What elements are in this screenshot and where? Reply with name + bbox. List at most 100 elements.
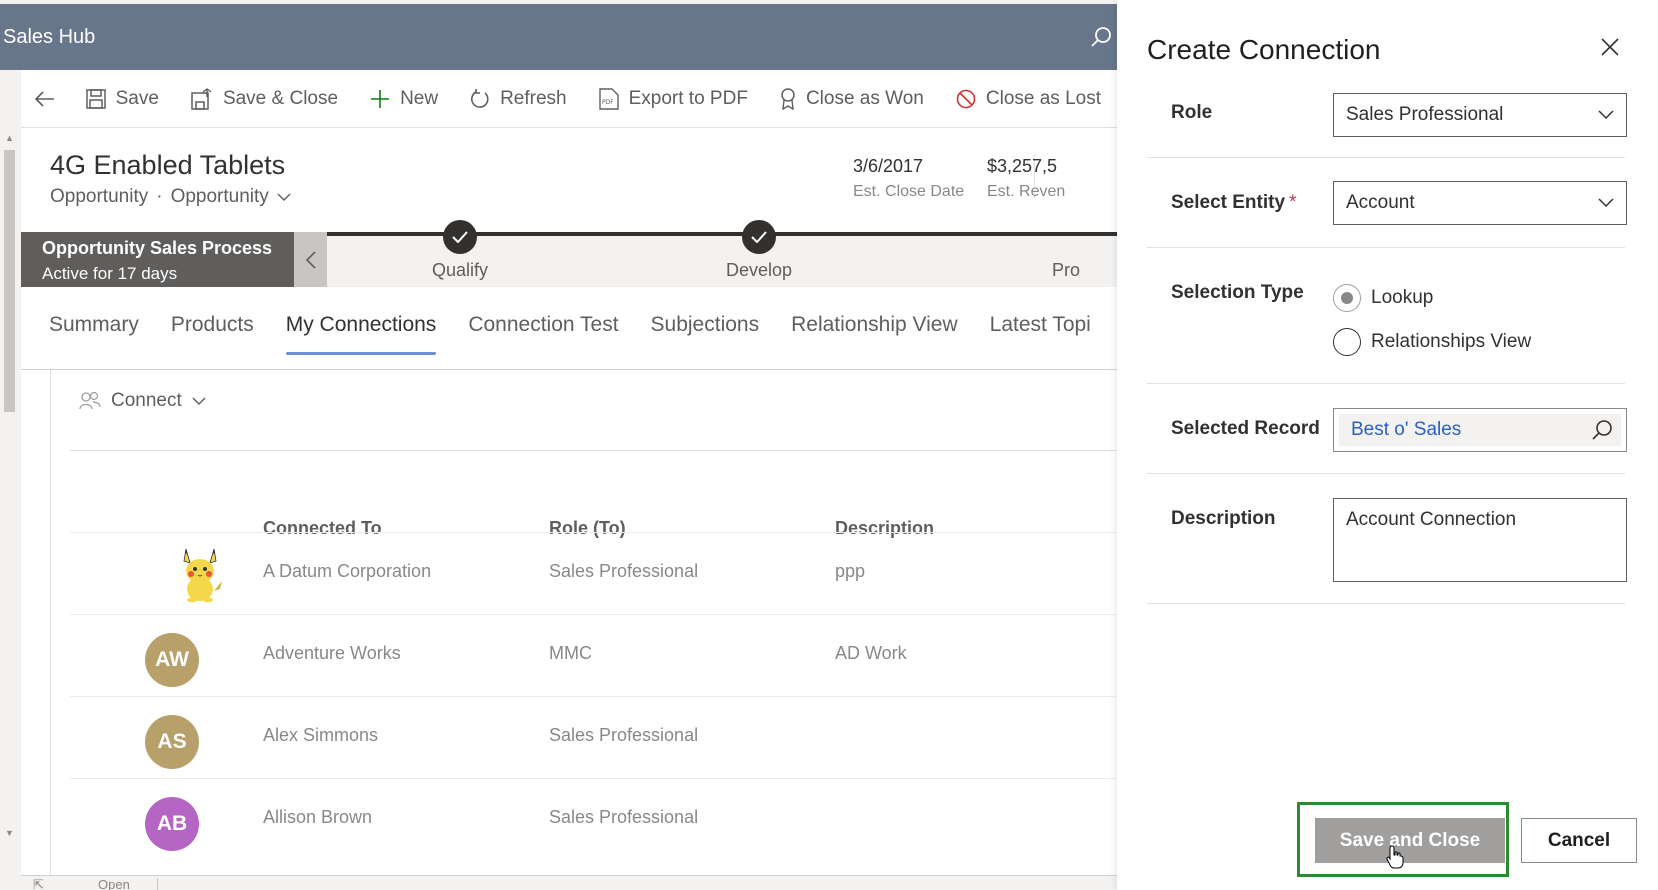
scroll-down-icon[interactable]: ▼ [5,828,14,838]
entity-value: Account [1346,192,1415,213]
process-name-block[interactable]: Opportunity Sales Process Active for 17 … [21,232,294,287]
process-name: Opportunity Sales Process [42,238,273,258]
radio-button[interactable] [1333,284,1361,312]
section-border [50,370,51,875]
export-pdf-button[interactable]: PDF Export to PDF [583,70,764,127]
selected-record-label: Selected Record [1171,418,1320,439]
role-label: Role [1171,102,1213,123]
hand-cursor-icon [1386,845,1404,869]
new-label: New [400,87,439,109]
save-close-button[interactable]: Save & Close [175,70,354,127]
cancel-button[interactable]: Cancel [1521,818,1637,863]
connect-button[interactable]: Connect [79,390,206,412]
status-divider [157,878,158,890]
form-selector[interactable]: Opportunity [171,186,291,208]
blocked-icon [956,89,976,108]
close-date-label: Est. Close Date [853,183,965,200]
chevron-down-icon [1598,110,1614,120]
connections-subgrid: Connect Connected To Role (To) Descripti… [21,370,1117,875]
close-as-lost-button[interactable]: Close as Lost [940,70,1117,127]
role-value: Sales Professional [1346,104,1504,125]
avatar: AS [145,715,199,769]
award-icon [781,87,795,110]
entity-dropdown[interactable]: Account [1333,181,1627,225]
description-textarea[interactable]: Account Connection [1333,498,1627,582]
chevron-down-icon [1598,198,1614,208]
stage-label: Develop [725,260,793,280]
required-indicator: * [1289,192,1297,213]
table-row[interactable]: AS Alex Simmons Sales Professional [70,696,1117,778]
new-button[interactable]: New [354,70,454,127]
save-close-label: Save & Close [222,87,339,109]
avatar-image [183,548,222,603]
connected-to-cell[interactable]: Alex Simmons [263,725,378,746]
chevron-down-icon [277,193,291,201]
refresh-icon [471,88,489,108]
export-pdf-label: Export to PDF [628,87,748,109]
radio-label: Relationships View [1371,331,1532,352]
dot-separator: · [156,186,163,207]
plus-icon [371,89,390,108]
connected-to-cell[interactable]: Allison Brown [263,807,372,828]
selected-record-link[interactable]: Best o' Sales [1351,419,1461,441]
check-icon [742,220,776,254]
select-entity-row: Select Entity * Account [1147,158,1627,248]
page-scrollbar[interactable]: ▲ ▼ [0,128,21,890]
save-close-icon [191,87,212,110]
popout-icon[interactable]: ⇱ [33,877,44,890]
app-header: Sales Hub [0,4,1117,70]
table-row[interactable]: A Datum Corporation Sales Professional p… [70,532,1117,614]
chevron-down-icon [192,397,206,405]
stage-propose[interactable]: Pro [1006,220,1117,281]
tab-products[interactable]: Products [171,287,254,349]
panel-title: Create Connection [1147,34,1381,65]
radio-relationships-view[interactable]: Relationships View [1333,328,1531,356]
back-button[interactable] [21,90,70,107]
record-lookup-field[interactable]: Best o' Sales [1333,408,1627,452]
scroll-up-icon[interactable]: ▲ [5,133,14,143]
create-connection-panel: Create Connection Role Sales Professiona… [1117,0,1658,890]
header-field-revenue: $3,257,5 Est. Reven [987,156,1065,201]
connected-to-cell[interactable]: Adventure Works [263,643,401,664]
revenue-label: Est. Reven [987,183,1066,200]
process-prev-button[interactable] [294,232,327,287]
svg-text:PDF: PDF [602,99,614,106]
save-and-close-button[interactable]: Save and Close [1315,818,1505,863]
scrollbar-thumb[interactable] [4,150,15,412]
command-bar: Save Save & Close New Refresh PDF Export… [21,70,1117,128]
record-entity: Opportunity [50,186,149,207]
process-duration: Active for 17 days [42,264,178,283]
status-open-label: Open [98,877,130,890]
close-as-won-button[interactable]: Close as Won [764,70,940,127]
revenue-value: $3,257,5 [987,156,1058,176]
select-entity-text: Select Entity [1171,192,1286,213]
role-cell: Sales Professional [549,561,699,581]
connected-to-cell[interactable]: A Datum Corporation [263,561,431,582]
tab-latest-topics[interactable]: Latest Topi [990,287,1091,349]
radio-lookup[interactable]: Lookup [1333,284,1433,312]
stage-label: Pro [1051,260,1080,280]
pdf-icon: PDF [598,87,619,110]
tab-my-connections[interactable]: My Connections [285,287,436,355]
close-button[interactable] [1601,38,1619,61]
stage-develop[interactable]: Develop [699,220,819,281]
search-icon[interactable] [1090,26,1112,53]
table-row[interactable]: AW Adventure Works MMC AD Work [70,614,1117,696]
role-cell: MMC [549,643,592,663]
radio-button[interactable] [1333,328,1361,356]
role-dropdown[interactable]: Sales Professional [1333,93,1627,137]
stage-qualify[interactable]: Qualify [400,220,520,281]
refresh-button[interactable]: Refresh [454,70,583,127]
tab-subjections[interactable]: Subjections [651,287,760,349]
table-row[interactable]: AB Allison Brown Sales Professional [70,778,1117,860]
selection-type-row: Selection Type Lookup Relationships View [1147,248,1625,384]
save-label: Save [115,87,159,109]
app-window: Sales Hub Save Save & Close New Refresh … [0,0,1117,890]
tab-summary[interactable]: Summary [49,287,139,349]
selected-record-row: Selected Record Best o' Sales [1147,384,1627,474]
description-cell: AD Work [835,643,907,663]
tab-relationship-view[interactable]: Relationship View [791,287,958,349]
status-bar: ⇱ Open [21,875,1117,890]
save-button[interactable]: Save [70,70,175,127]
tab-connection-test[interactable]: Connection Test [468,287,618,349]
